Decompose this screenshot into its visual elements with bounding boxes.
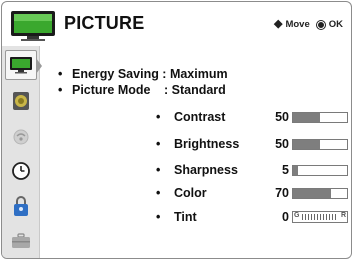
adjust-label: Color bbox=[174, 186, 207, 200]
bullet: • bbox=[58, 83, 63, 97]
tint-balance-bar[interactable]: G R bbox=[292, 211, 348, 223]
picture-icon bbox=[10, 57, 32, 74]
menu-header: PICTURE ◆ Move OK bbox=[2, 2, 351, 46]
channel-icon bbox=[13, 129, 29, 145]
adjust-value: 70 bbox=[275, 186, 289, 200]
bullet: • bbox=[156, 137, 161, 151]
clock-icon bbox=[12, 162, 30, 180]
option-icon bbox=[12, 233, 30, 248]
sidebar-item-picture[interactable] bbox=[5, 50, 42, 80]
adjust-value: 0 bbox=[282, 210, 289, 224]
hint-ok-label: OK bbox=[328, 19, 343, 30]
sidebar-item-audio[interactable] bbox=[5, 86, 37, 116]
level-fill bbox=[293, 189, 331, 198]
picture-menu: PICTURE ◆ Move OK • Energy Saving: Maxi… bbox=[1, 1, 352, 259]
navigation-hint: ◆ Move OK bbox=[273, 18, 343, 31]
sidebar-item-channel[interactable] bbox=[5, 122, 37, 152]
hint-move-label: Move bbox=[285, 19, 310, 30]
adjust-row-contrast[interactable]: • Contrast 50 bbox=[40, 110, 351, 126]
brightness-level-bar[interactable] bbox=[292, 139, 348, 150]
ok-button-icon bbox=[316, 20, 325, 29]
adjust-label: Sharpness bbox=[174, 163, 238, 177]
adjust-row-color[interactable]: • Color 70 bbox=[40, 186, 351, 202]
adjust-value: 50 bbox=[275, 137, 289, 151]
bullet: • bbox=[58, 67, 63, 81]
bullet: • bbox=[156, 186, 161, 200]
bullet: • bbox=[156, 163, 161, 177]
picture-mode-label: Picture Mode bbox=[72, 83, 151, 97]
adjust-row-brightness[interactable]: • Brightness 50 bbox=[40, 137, 351, 153]
sidebar-item-time[interactable] bbox=[5, 156, 37, 186]
adjust-label: Tint bbox=[174, 210, 197, 224]
sidebar-item-option[interactable] bbox=[5, 226, 37, 256]
contrast-level-bar[interactable] bbox=[292, 112, 348, 123]
adjust-label: Brightness bbox=[174, 137, 240, 151]
adjust-label: Contrast bbox=[174, 110, 226, 124]
sharpness-level-bar[interactable] bbox=[292, 165, 348, 176]
picture-mode-value: : Standard bbox=[164, 83, 226, 97]
tint-red-mark: R bbox=[340, 212, 346, 219]
level-fill bbox=[293, 140, 320, 149]
adjust-value: 5 bbox=[282, 163, 289, 177]
lock-icon bbox=[14, 196, 28, 216]
adjust-row-sharpness[interactable]: • Sharpness 5 bbox=[40, 163, 351, 179]
category-sidebar bbox=[2, 46, 42, 258]
sidebar-item-lock[interactable] bbox=[5, 191, 37, 221]
picture-mode-item[interactable]: • Picture Mode : Standard bbox=[58, 83, 226, 97]
menu-title: PICTURE bbox=[64, 13, 145, 33]
bullet: • bbox=[156, 210, 161, 224]
level-fill bbox=[293, 113, 320, 122]
tint-scale-ticks bbox=[302, 214, 338, 220]
adjust-value: 50 bbox=[275, 110, 289, 124]
energy-saving-item[interactable]: • Energy Saving : Maximum bbox=[58, 67, 228, 81]
audio-icon bbox=[13, 92, 29, 110]
color-level-bar[interactable] bbox=[292, 188, 348, 199]
move-arrows-icon: ◆ bbox=[273, 18, 283, 30]
adjust-row-tint[interactable]: • Tint 0 G R bbox=[40, 210, 351, 226]
tint-green-mark: G bbox=[294, 212, 300, 219]
level-fill bbox=[293, 166, 299, 175]
bullet: • bbox=[156, 110, 161, 124]
energy-saving-text: Energy Saving : Maximum bbox=[72, 67, 228, 81]
tv-picture-icon bbox=[10, 10, 56, 42]
picture-settings-panel: • Energy Saving : Maximum • Picture Mode : … bbox=[40, 46, 351, 258]
